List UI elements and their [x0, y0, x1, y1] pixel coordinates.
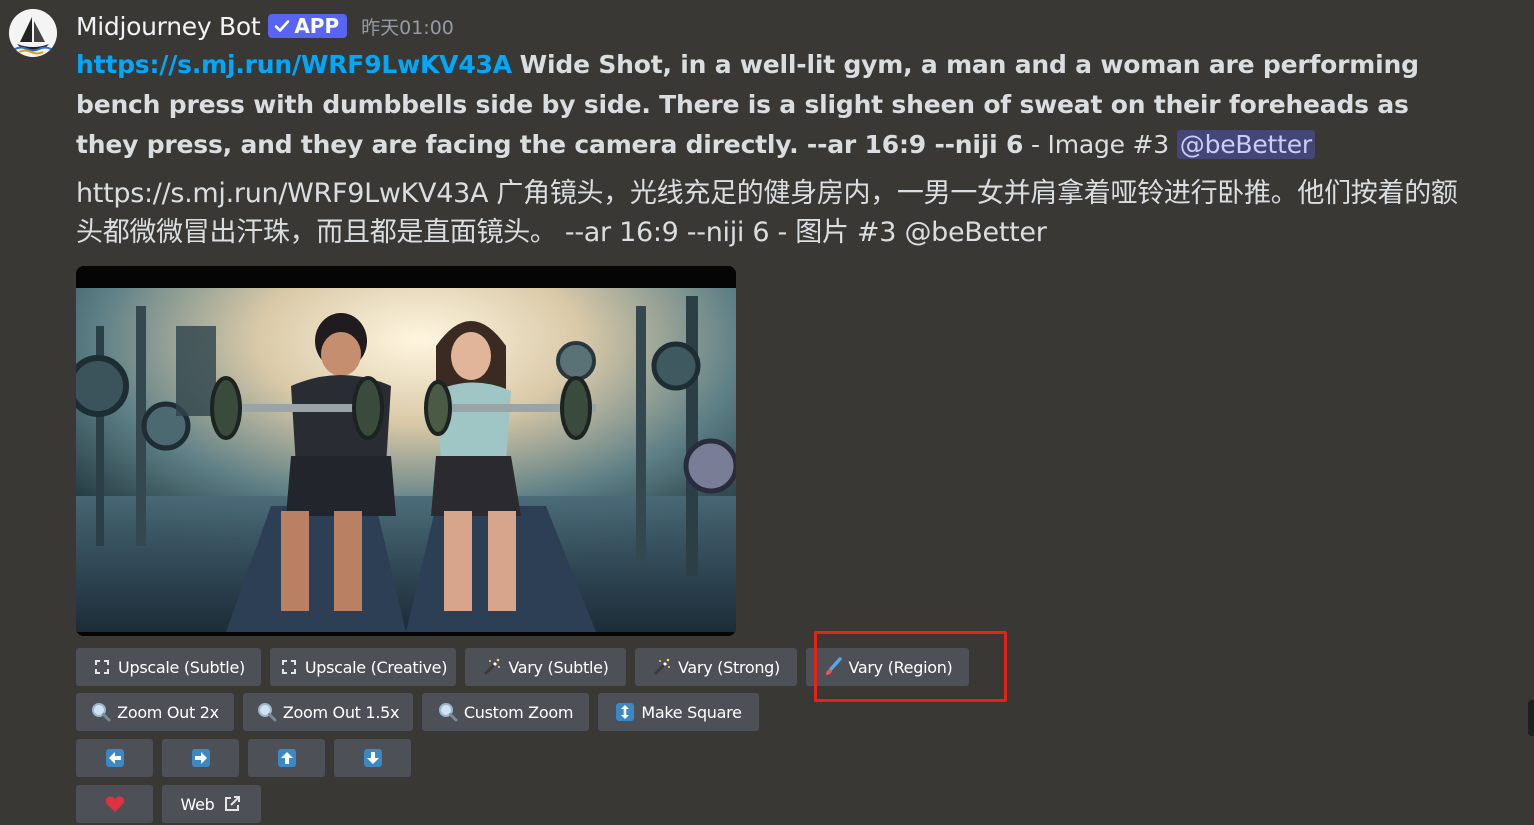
app-badge: APP [268, 14, 348, 38]
arrow-left-icon [105, 748, 125, 768]
message-content-en: https://s.mj.run/WRF9LwKV43A Wide Shot, … [76, 45, 1466, 165]
magnifier-icon [91, 702, 111, 722]
gym-illustration [76, 266, 736, 636]
checkmark-icon [275, 20, 290, 32]
arrow-down-icon [363, 748, 383, 768]
upscale-icon [279, 657, 299, 677]
generated-image[interactable] [76, 266, 736, 636]
user-mention[interactable]: @beBetter [1176, 130, 1316, 159]
extra-row: Web [76, 785, 270, 823]
action-row-2: Zoom Out 2x Zoom Out 1.5x Custom Zoom Ma… [76, 693, 768, 731]
pan-row [76, 739, 420, 777]
vary-subtle-label: Vary (Subtle) [508, 657, 609, 677]
magnifier-icon [438, 702, 458, 722]
upscale-creative-button[interactable]: Upscale (Creative) [270, 648, 456, 686]
vary-strong-button[interactable]: Vary (Strong) [635, 648, 797, 686]
magic-wand-icon [652, 657, 672, 677]
app-badge-label: APP [294, 14, 340, 38]
image-index: - Image #3 [1023, 130, 1177, 159]
upscale-subtle-button[interactable]: Upscale (Subtle) [76, 648, 261, 686]
prompt-link[interactable]: https://s.mj.run/WRF9LwKV43A [76, 50, 512, 79]
highlight-annotation [814, 631, 1007, 702]
upscale-icon [92, 657, 112, 677]
upscale-creative-label: Upscale (Creative) [304, 657, 448, 677]
arrow-up-icon [277, 748, 297, 768]
magnifier-icon [257, 702, 277, 722]
pan-left-button[interactable] [76, 739, 153, 777]
zoom-out-2x-label: Zoom Out 2x [117, 702, 219, 722]
make-square-button[interactable]: Make Square [598, 693, 759, 731]
bot-avatar[interactable] [9, 9, 57, 57]
up-down-arrow-icon [615, 702, 635, 722]
pan-right-button[interactable] [162, 739, 239, 777]
magic-wand-icon [482, 657, 502, 677]
vary-subtle-button[interactable]: Vary (Subtle) [465, 648, 626, 686]
favorite-button[interactable] [76, 785, 153, 823]
make-square-label: Make Square [641, 702, 742, 722]
sailboat-icon [9, 9, 57, 57]
upscale-subtle-label: Upscale (Subtle) [118, 657, 245, 677]
pan-up-button[interactable] [248, 739, 325, 777]
zoom-out-2x-button[interactable]: Zoom Out 2x [76, 693, 234, 731]
message-header: Midjourney Bot APP 昨天01:00 [76, 9, 454, 43]
pan-down-button[interactable] [334, 739, 411, 777]
web-button[interactable]: Web [162, 785, 261, 823]
arrow-right-icon [191, 748, 211, 768]
custom-zoom-button[interactable]: Custom Zoom [422, 693, 589, 731]
zoom-out-1-5x-label: Zoom Out 1.5x [282, 702, 400, 722]
zoom-out-1-5x-button[interactable]: Zoom Out 1.5x [243, 693, 413, 731]
message-timestamp[interactable]: 昨天01:00 [361, 13, 454, 40]
scrollbar-thumb[interactable] [1528, 700, 1534, 736]
web-label: Web [180, 794, 215, 814]
vary-strong-label: Vary (Strong) [678, 657, 780, 677]
message-content-zh: https://s.mj.run/WRF9LwKV43A 广角镜头，光线充足的健… [76, 178, 1458, 248]
heart-icon [105, 794, 125, 814]
custom-zoom-label: Custom Zoom [463, 702, 574, 722]
author-name[interactable]: Midjourney Bot [76, 12, 261, 41]
external-link-icon [222, 794, 242, 814]
